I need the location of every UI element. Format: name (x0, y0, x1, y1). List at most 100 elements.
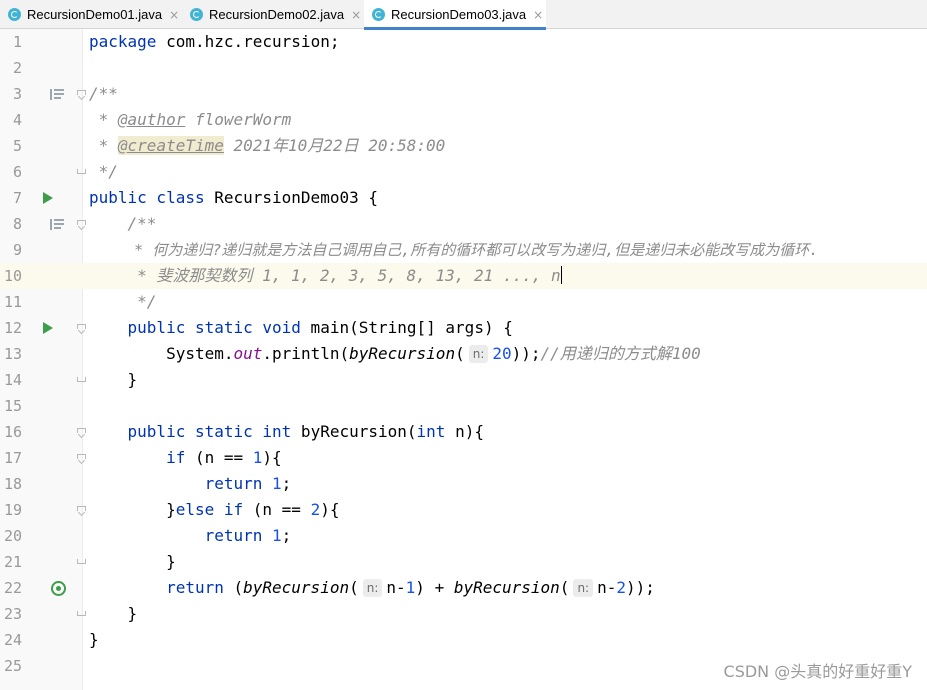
doc-comment: 2021年10月22日 20:58:00 (223, 136, 446, 155)
code-line[interactable]: 12 public static void main(String[] args… (0, 315, 927, 341)
line-number: 14 (3, 371, 22, 389)
code-text: n){ (445, 422, 484, 441)
java-class-icon (372, 8, 385, 21)
fold-icon[interactable] (77, 377, 86, 382)
keyword: return (166, 578, 224, 597)
fold-icon[interactable] (77, 454, 86, 459)
line-number: 20 (3, 527, 22, 545)
code-line[interactable]: 18 return 1; (0, 471, 927, 497)
line-number: 4 (12, 111, 22, 129)
code-line[interactable]: 14 } (0, 367, 927, 393)
fold-icon[interactable] (77, 611, 86, 616)
keyword: package (89, 32, 157, 51)
tab-recursiondemo02[interactable]: RecursionDemo02.java × (182, 0, 364, 29)
code-line[interactable]: 15 (0, 393, 927, 419)
close-icon[interactable]: × (351, 8, 361, 22)
fold-icon[interactable] (77, 90, 86, 95)
number-literal: 2 (616, 578, 626, 597)
code-line[interactable]: 11 */ (0, 289, 927, 315)
run-icon[interactable] (43, 192, 53, 204)
doc-comment: /** (89, 214, 157, 233)
run-icon[interactable] (43, 322, 53, 334)
editor-tab-bar: RecursionDemo01.java × RecursionDemo02.j… (0, 0, 927, 30)
line-number: 1 (12, 33, 22, 51)
line-number: 13 (3, 345, 22, 363)
code-text: (n == (243, 500, 311, 519)
code-line[interactable]: 2 (0, 55, 927, 81)
fold-icon[interactable] (77, 506, 86, 511)
parameter-hint: n: (573, 579, 594, 597)
code-line[interactable]: 16 public static int byRecursion(int n){ (0, 419, 927, 445)
java-class-icon (190, 8, 203, 21)
line-number: 7 (12, 189, 22, 207)
line-number: 17 (3, 449, 22, 467)
code-line[interactable]: 4 * @author flowerWorm (0, 107, 927, 133)
keyword: return (204, 526, 263, 545)
doc-comment: /** (89, 84, 118, 103)
line-number: 8 (12, 215, 22, 233)
code-line[interactable]: 19 }else if (n == 2){ (0, 497, 927, 523)
code-line[interactable]: 22 return (byRecursion(n: n-1) + byRecurs… (0, 575, 927, 601)
number-literal: 1 (272, 474, 282, 493)
code-text: ; (281, 474, 292, 493)
code-line[interactable]: 8 /** (0, 211, 927, 237)
parameter-hint: n: (468, 345, 489, 363)
fold-icon[interactable] (77, 428, 86, 433)
code-editor[interactable]: 1 package com.hzc.recursion; 2 3 /** 4 *… (0, 29, 927, 690)
render-doc-icon[interactable] (50, 219, 65, 230)
fold-icon[interactable] (77, 169, 86, 174)
fold-icon[interactable] (77, 559, 86, 564)
doc-comment: * (89, 110, 118, 129)
method-call: byRecursion (243, 578, 350, 597)
code-line-current[interactable]: 10 * 斐波那契数列 1, 1, 2, 3, 5, 8, 13, 21 ...… (0, 263, 927, 289)
method-call: byRecursion (453, 578, 560, 597)
code-text: byRecursion( (291, 422, 417, 441)
code-line[interactable]: 5 * @createTime 2021年10月22日 20:58:00 (0, 133, 927, 159)
tab-label: RecursionDemo02.java (209, 7, 345, 22)
keyword: int (416, 422, 446, 441)
line-number: 10 (3, 267, 22, 285)
render-doc-icon[interactable] (50, 89, 65, 100)
line-number: 2 (12, 59, 22, 77)
code-line[interactable]: 17 if (n == 1){ (0, 445, 927, 471)
code-line[interactable]: 24 } (0, 627, 927, 653)
code-line[interactable]: 20 return 1; (0, 523, 927, 549)
close-icon[interactable]: × (533, 8, 543, 22)
code-line[interactable]: 1 package com.hzc.recursion; (0, 29, 927, 55)
code-line[interactable]: 13 System.out.println(byRecursion(n: 20))… (0, 341, 927, 367)
tab-recursiondemo03[interactable]: RecursionDemo03.java × (364, 0, 546, 30)
fold-icon[interactable] (77, 324, 86, 329)
number-literal: 1 (272, 526, 282, 545)
code-text: main(String[] args) { (300, 318, 513, 337)
close-icon[interactable]: × (169, 8, 179, 22)
watermark: CSDN @头真的好重好重Y (723, 662, 912, 681)
line-number: 24 (3, 631, 22, 649)
recursive-call-icon[interactable] (51, 581, 66, 596)
code-line[interactable]: 3 /** (0, 81, 927, 107)
code-text: com.hzc.recursion; (156, 32, 340, 51)
code-line[interactable]: 23 } (0, 601, 927, 627)
line-number: 16 (3, 423, 22, 441)
doc-comment: * 何为递归?递归就是方法自己调用自己,所有的循环都可以改写为递归,但是递归未必… (89, 241, 819, 259)
code-line[interactable]: 9 * 何为递归?递归就是方法自己调用自己,所有的循环都可以改写为递归,但是递归… (0, 237, 927, 263)
code-line[interactable]: 21 } (0, 549, 927, 575)
line-number: 21 (3, 553, 22, 571)
tab-recursiondemo01[interactable]: RecursionDemo01.java × (0, 0, 182, 29)
code-line[interactable]: 6 */ (0, 159, 927, 185)
fold-icon[interactable] (77, 220, 86, 225)
code-text: ){ (320, 500, 340, 519)
code-line[interactable]: 7 public class RecursionDemo03 { (0, 185, 927, 211)
doc-comment: */ (89, 162, 118, 181)
code-text: n- (386, 578, 406, 597)
line-comment: //用递归的方式解100 (540, 344, 701, 363)
line-number: 15 (3, 397, 22, 415)
line-number: 9 (12, 241, 22, 259)
line-number: 3 (12, 85, 22, 103)
javadoc-tag: @author (117, 110, 186, 129)
java-class-icon (8, 8, 21, 21)
